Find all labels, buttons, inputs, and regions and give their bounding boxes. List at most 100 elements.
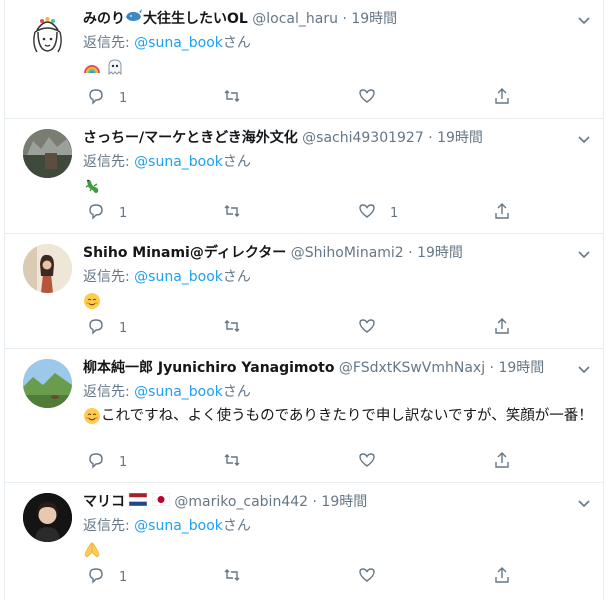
replying-suffix: さん	[222, 384, 251, 400]
replying-to: 返信先: @suna_bookさん	[83, 32, 593, 54]
user-handle[interactable]: @local_haru	[252, 11, 338, 27]
retweet-button[interactable]	[223, 203, 255, 223]
replying-label: 返信先:	[83, 384, 130, 400]
share-icon	[493, 87, 511, 109]
tweet-body: これですね、よく使うものでありきたりで申し訳ないですが、笑顔が一番！	[101, 408, 593, 424]
tweet-text	[83, 539, 593, 562]
like-button[interactable]	[358, 452, 390, 472]
chevron-down-icon[interactable]	[577, 246, 591, 260]
display-name[interactable]: Shiho Minami@ディレクター	[83, 245, 286, 261]
timestamp[interactable]: 19時間	[351, 11, 397, 27]
replying-to: 返信先: @suna_bookさん	[83, 266, 593, 288]
like-button[interactable]: 1	[358, 203, 398, 223]
chevron-down-icon[interactable]	[577, 495, 591, 509]
share-icon	[493, 566, 511, 588]
share-icon	[493, 202, 511, 224]
retweet-button[interactable]	[223, 452, 255, 472]
retweet-icon	[223, 202, 241, 224]
replying-label: 返信先:	[83, 518, 130, 534]
avatar[interactable]	[23, 10, 72, 59]
avatar[interactable]	[23, 129, 72, 178]
tweet-text	[83, 290, 593, 313]
tweet-actions: 1	[83, 567, 533, 587]
reply-icon	[87, 317, 105, 339]
tweet[interactable]: みのり 大往生したいOL @local_haru · 19時間 返信先: @sun…	[5, 0, 603, 119]
reply-icon	[87, 451, 105, 473]
relieved-face-icon	[83, 292, 101, 310]
reply-count: 1	[119, 90, 128, 106]
tweet-actions: 1	[83, 318, 533, 338]
reply-target-link[interactable]: @suna_book	[134, 384, 223, 400]
display-name[interactable]: 柳本純一郎 Jyunichiro Yanagimoto	[83, 360, 334, 376]
separator-dot: ·	[342, 11, 347, 27]
retweet-button[interactable]	[223, 88, 255, 108]
display-name[interactable]: マリコ	[83, 494, 125, 510]
tweet[interactable]: さっちー/マーケときどき海外文化 @sachi49301927 · 19時間 返…	[5, 119, 603, 234]
reply-button[interactable]: 1	[87, 567, 127, 587]
display-name[interactable]: さっちー/マーケときどき海外文化	[83, 130, 298, 146]
tweet[interactable]: 柳本純一郎 Jyunichiro Yanagimoto @FSdxtKSwVmh…	[5, 349, 603, 483]
reply-target-link[interactable]: @suna_book	[134, 269, 223, 285]
like-button[interactable]	[358, 318, 390, 338]
share-button[interactable]	[493, 567, 511, 587]
tweet[interactable]: Shiho Minami@ディレクター @ShihoMinami2 · 19時間…	[5, 234, 603, 349]
user-handle[interactable]: @mariko_cabin442	[174, 494, 308, 510]
chevron-down-icon[interactable]	[577, 12, 591, 26]
tweet-actions: 1 1	[83, 203, 533, 223]
retweet-icon	[223, 566, 241, 588]
display-name-suffix[interactable]: 大往生したいOL	[143, 11, 248, 27]
reply-count: 1	[119, 320, 128, 336]
heart-icon	[358, 566, 376, 588]
timestamp[interactable]: 19時間	[498, 360, 544, 376]
replying-suffix: さん	[222, 35, 251, 51]
reply-target-link[interactable]: @suna_book	[134, 518, 223, 534]
replying-to: 返信先: @suna_bookさん	[83, 515, 593, 537]
lizard-icon	[83, 177, 101, 195]
avatar[interactable]	[23, 244, 72, 293]
tweet[interactable]: マリコ @mariko_cabin442 · 19時間 返信先: @suna_b…	[5, 483, 603, 600]
replying-to: 返信先: @suna_bookさん	[83, 381, 593, 403]
like-button[interactable]	[358, 88, 390, 108]
reply-count: 1	[119, 205, 128, 221]
user-handle[interactable]: @ShihoMinami2	[291, 245, 404, 261]
reply-button[interactable]: 1	[87, 318, 127, 338]
reply-button[interactable]: 1	[87, 203, 127, 223]
replying-label: 返信先:	[83, 269, 130, 285]
chevron-down-icon[interactable]	[577, 131, 591, 145]
display-name[interactable]: みのり	[83, 11, 125, 27]
retweet-button[interactable]	[223, 567, 255, 587]
tweet-actions: 1	[83, 88, 533, 108]
timestamp[interactable]: 19時間	[437, 130, 483, 146]
share-icon	[493, 451, 511, 473]
tweet-text	[83, 175, 593, 198]
retweet-icon	[223, 87, 241, 109]
separator-dot: ·	[489, 360, 494, 376]
retweet-button[interactable]	[223, 318, 255, 338]
rainbow-icon	[83, 58, 101, 76]
timestamp[interactable]: 19時間	[321, 494, 367, 510]
retweet-icon	[223, 317, 241, 339]
reply-target-link[interactable]: @suna_book	[134, 154, 223, 170]
share-button[interactable]	[493, 88, 511, 108]
user-handle[interactable]: @sachi49301927	[302, 130, 424, 146]
like-button[interactable]	[358, 567, 390, 587]
avatar[interactable]	[23, 493, 72, 542]
reply-target-link[interactable]: @suna_book	[134, 35, 223, 51]
share-button[interactable]	[493, 203, 511, 223]
reply-icon	[87, 566, 105, 588]
share-button[interactable]	[493, 452, 511, 472]
timestamp[interactable]: 19時間	[417, 245, 463, 261]
reply-icon	[87, 87, 105, 109]
reply-button[interactable]: 1	[87, 88, 127, 108]
tweet-text: これですね、よく使うものでありきたりで申し訳ないですが、笑顔が一番！	[83, 405, 593, 428]
reply-button[interactable]: 1	[87, 452, 127, 472]
chevron-down-icon[interactable]	[577, 361, 591, 375]
user-handle[interactable]: @FSdxtKSwVmhNaxj	[339, 360, 485, 376]
share-button[interactable]	[493, 318, 511, 338]
reply-count: 1	[119, 569, 128, 585]
tweet-text	[83, 56, 593, 79]
timeline: みのり 大往生したいOL @local_haru · 19時間 返信先: @sun…	[4, 0, 604, 600]
replying-suffix: さん	[222, 154, 251, 170]
avatar[interactable]	[23, 359, 72, 408]
separator-dot: ·	[408, 245, 413, 261]
